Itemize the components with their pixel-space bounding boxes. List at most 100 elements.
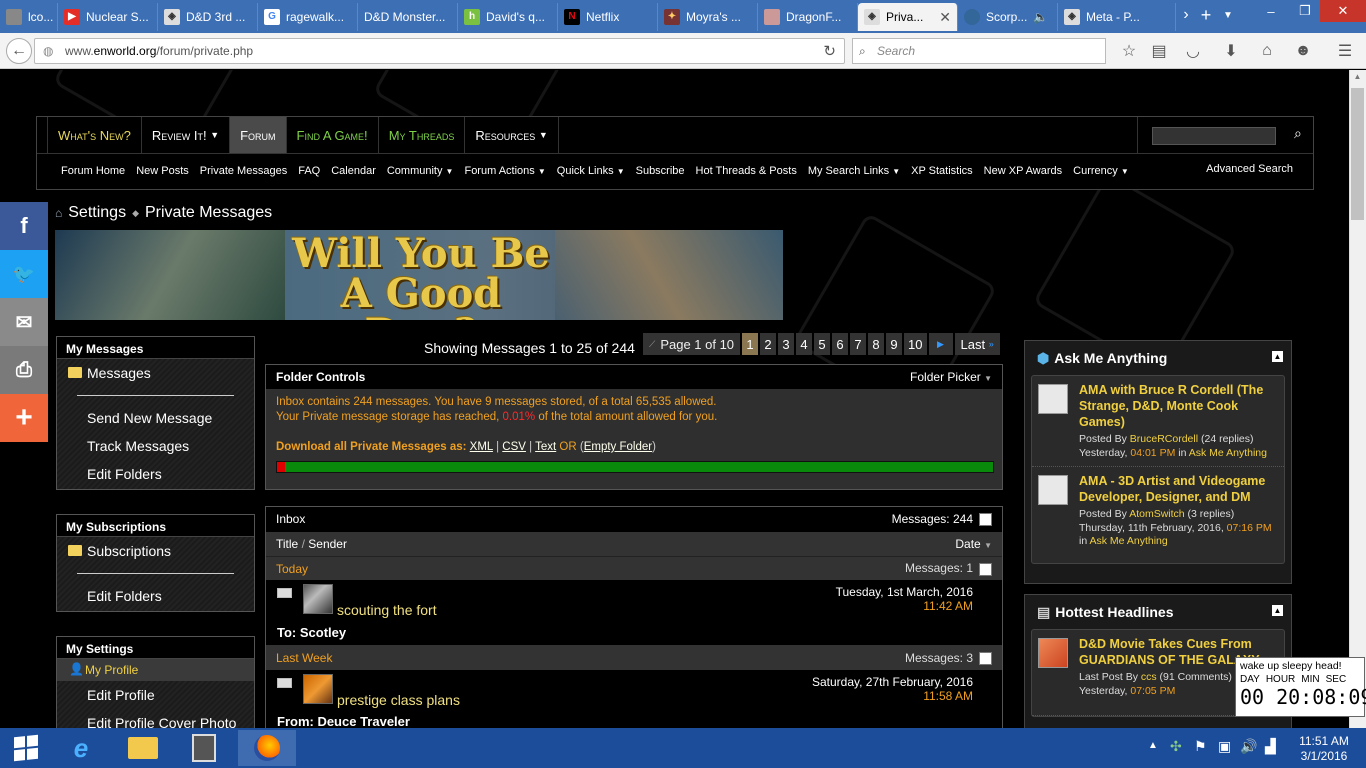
action-center-icon[interactable]: ⚑ bbox=[1194, 738, 1207, 755]
nav-new-xp-awards[interactable]: New XP Awards bbox=[984, 165, 1062, 177]
nav-community[interactable]: Community ▼ bbox=[387, 165, 454, 177]
browser-tab[interactable]: ▶ Nuclear S... bbox=[58, 3, 158, 31]
page-link[interactable]: 10 bbox=[904, 333, 927, 355]
internet-explorer-icon[interactable]: e bbox=[55, 730, 107, 766]
message-row[interactable]: scouting the fort Tuesday, 1st March, 20… bbox=[266, 580, 1002, 646]
tab-list-icon[interactable]: ▼ bbox=[1218, 4, 1238, 26]
calculator-icon[interactable] bbox=[178, 730, 230, 766]
track-messages-link[interactable]: Track Messages bbox=[57, 432, 254, 460]
reading-list-icon[interactable]: ▤ bbox=[1146, 38, 1172, 64]
download-text-link[interactable]: Text bbox=[535, 441, 556, 453]
group-select-checkbox[interactable] bbox=[979, 562, 992, 576]
page-link[interactable]: 7 bbox=[850, 333, 867, 355]
sort-by-date[interactable]: Date ▼ bbox=[955, 537, 992, 551]
message-row[interactable]: prestige class plans Saturday, 27th Febr… bbox=[266, 670, 1002, 728]
page-link[interactable]: 8 bbox=[868, 333, 885, 355]
nav-subscribe[interactable]: Subscribe bbox=[636, 165, 685, 177]
page-link[interactable]: 4 bbox=[796, 333, 813, 355]
download-csv-link[interactable]: CSV bbox=[502, 441, 526, 453]
nav-calendar[interactable]: Calendar bbox=[331, 165, 376, 177]
browser-tab[interactable]: DragonF... bbox=[758, 3, 858, 31]
author-link[interactable]: ccs bbox=[1141, 671, 1157, 683]
browser-tab[interactable]: N Netflix bbox=[558, 3, 658, 31]
facebook-icon[interactable]: f bbox=[0, 202, 48, 250]
nav-forum-actions[interactable]: Forum Actions ▼ bbox=[464, 165, 545, 177]
collapse-icon[interactable]: ▲ bbox=[1272, 605, 1283, 616]
download-icon[interactable]: ⬇ bbox=[1218, 38, 1244, 64]
close-icon[interactable]: ✕ bbox=[939, 9, 951, 26]
wifi-icon[interactable]: ▟ bbox=[1265, 738, 1276, 755]
forum-link[interactable]: Ask Me Anything bbox=[1189, 447, 1267, 459]
back-icon[interactable]: ← bbox=[6, 38, 32, 64]
browser-tab[interactable]: lco... bbox=[0, 3, 58, 31]
nav-find-a-game[interactable]: Find A Game! bbox=[287, 117, 379, 153]
browser-tab[interactable]: h David's q... bbox=[458, 3, 558, 31]
page-of-label[interactable]: ⟋ Page 1 of 10 bbox=[643, 333, 741, 355]
nav-xp-statistics[interactable]: XP Statistics bbox=[911, 165, 973, 177]
nav-quick-links[interactable]: Quick Links ▼ bbox=[557, 165, 625, 177]
page-link-current[interactable]: 1 bbox=[742, 333, 759, 355]
nav-review-it[interactable]: Review It! ▼ bbox=[142, 117, 231, 153]
empty-folder-link[interactable]: Empty Folder bbox=[584, 441, 652, 453]
network-icon[interactable]: ▣ bbox=[1218, 738, 1231, 755]
search-icon[interactable]: ⌕ bbox=[1294, 125, 1302, 142]
start-windows-icon[interactable] bbox=[0, 730, 52, 766]
edit-subscription-folders-link[interactable]: Edit Folders bbox=[57, 582, 254, 610]
edit-profile-link[interactable]: Edit Profile bbox=[57, 681, 254, 709]
nav-faq[interactable]: FAQ bbox=[298, 165, 320, 177]
advanced-search-link[interactable]: Advanced Search bbox=[1206, 163, 1293, 175]
minimize-icon[interactable]: – bbox=[1254, 0, 1288, 22]
tray-app-icon[interactable]: ✣ bbox=[1170, 738, 1182, 755]
ama-title-link[interactable]: AMA - 3D Artist and Videogame Developer,… bbox=[1079, 473, 1278, 505]
email-icon[interactable]: ✉ bbox=[0, 298, 48, 346]
home-icon[interactable]: ⌂ bbox=[55, 206, 62, 220]
nav-new-posts[interactable]: New Posts bbox=[136, 165, 189, 177]
menu-icon[interactable]: ☰ bbox=[1332, 38, 1358, 64]
collapse-icon[interactable]: ▲ bbox=[1272, 351, 1283, 362]
nav-hot-threads[interactable]: Hot Threads & Posts bbox=[696, 165, 797, 177]
folder-picker[interactable]: Folder Picker ▼ bbox=[910, 370, 992, 384]
page-link[interactable]: 3 bbox=[778, 333, 795, 355]
page-link[interactable]: 2 bbox=[760, 333, 777, 355]
nav-forum[interactable]: Forum bbox=[230, 117, 287, 153]
send-new-message-link[interactable]: Send New Message bbox=[57, 404, 254, 432]
twitter-icon[interactable]: 🐦 bbox=[0, 250, 48, 298]
nav-my-search-links[interactable]: My Search Links ▼ bbox=[808, 165, 900, 177]
next-page-icon[interactable]: ▶ bbox=[928, 333, 953, 355]
page-link[interactable]: 6 bbox=[832, 333, 849, 355]
author-link[interactable]: AtomSwitch bbox=[1129, 508, 1184, 520]
edit-folders-link[interactable]: Edit Folders bbox=[57, 460, 254, 488]
bookmark-star-icon[interactable]: ☆ bbox=[1116, 38, 1142, 64]
ama-title-link[interactable]: AMA with Bruce R Cordell (The Strange, D… bbox=[1079, 382, 1278, 430]
browser-tab[interactable]: D&D Monster... bbox=[358, 3, 458, 31]
new-tab-icon[interactable]: + bbox=[1194, 4, 1218, 26]
firefox-icon[interactable] bbox=[238, 730, 296, 766]
ama-item[interactable]: AMA - 3D Artist and Videogame Developer,… bbox=[1032, 467, 1284, 563]
edit-profile-cover-photo-link[interactable]: Edit Profile Cover Photo bbox=[57, 709, 254, 728]
subscriptions-folder-link[interactable]: Subscriptions bbox=[57, 537, 254, 565]
browser-tab[interactable]: ◈ Meta - P... bbox=[1058, 3, 1176, 31]
volume-icon[interactable]: 🔊 bbox=[1240, 738, 1257, 755]
advertisement-banner[interactable]: Will You BeA Good Dog? bbox=[55, 230, 783, 320]
reload-icon[interactable]: ↻ bbox=[823, 42, 836, 60]
browser-tab[interactable]: ✦ Moyra's ... bbox=[658, 3, 758, 31]
message-title-link[interactable]: scouting the fort bbox=[337, 602, 437, 618]
select-all-checkbox[interactable] bbox=[979, 513, 992, 527]
breadcrumb-settings[interactable]: Settings bbox=[68, 204, 126, 222]
nav-currency[interactable]: Currency ▼ bbox=[1073, 165, 1129, 177]
scroll-up-icon[interactable]: ▲ bbox=[1351, 72, 1364, 86]
scrollbar-thumb[interactable] bbox=[1351, 88, 1364, 220]
group-select-checkbox[interactable] bbox=[979, 652, 992, 666]
nav-forum-home[interactable]: Forum Home bbox=[61, 165, 125, 177]
download-xml-link[interactable]: XML bbox=[470, 441, 493, 453]
file-explorer-icon[interactable] bbox=[117, 730, 169, 766]
home-icon[interactable]: ⌂ bbox=[1254, 38, 1280, 64]
share-plus-icon[interactable]: + bbox=[0, 394, 48, 442]
browser-tab[interactable]: ◈ D&D 3rd ... bbox=[158, 3, 258, 31]
site-search-input[interactable] bbox=[1152, 127, 1276, 145]
browser-tab-active[interactable]: ◈ Priva... ✕ bbox=[858, 3, 958, 31]
nav-whats-new[interactable]: What's New? bbox=[48, 117, 142, 153]
show-hidden-icons[interactable]: ▲ bbox=[1148, 740, 1158, 751]
nav-my-threads[interactable]: My Threads bbox=[379, 117, 466, 153]
browser-tab[interactable]: Scorp... 🔈 bbox=[958, 3, 1058, 31]
